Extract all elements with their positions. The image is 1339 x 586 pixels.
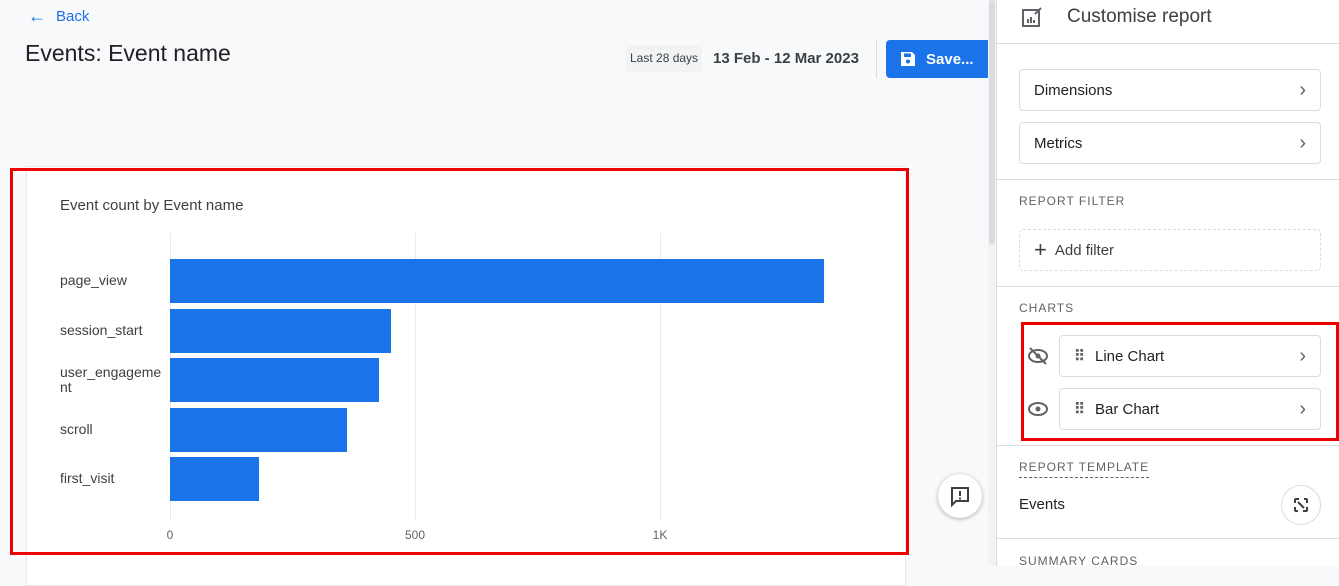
x-tick-label: 500	[404, 528, 426, 542]
divider	[876, 40, 877, 78]
y-category-label: first_visit	[60, 470, 115, 486]
eye-icon[interactable]	[1027, 399, 1049, 424]
plus-icon: +	[1034, 237, 1047, 262]
save-button[interactable]: Save...	[886, 40, 988, 78]
scrollbar-thumb[interactable]	[989, 0, 995, 245]
customise-report-panel: Customise report Dimensions › Metrics › RE…	[996, 0, 1339, 568]
drag-handle-icon[interactable]: ⠿	[1074, 400, 1085, 418]
customise-icon	[1022, 7, 1042, 27]
bar-user_engagement[interactable]	[170, 358, 380, 402]
charts-heading: CHARTS	[1019, 301, 1075, 315]
bar-first_visit[interactable]	[170, 457, 260, 501]
chart-title: Event count by Event name	[60, 197, 244, 214]
save-icon	[901, 52, 915, 66]
back-link[interactable]: ← Back	[28, 6, 89, 27]
bar-session_start[interactable]	[170, 309, 391, 353]
metrics-button[interactable]: Metrics ›	[1019, 122, 1321, 164]
y-category-label: scroll	[60, 421, 93, 437]
panel-title: Customise report	[1067, 6, 1212, 27]
chart-item-bar[interactable]: ⠿ Bar Chart ›	[1059, 388, 1321, 430]
page-title: Events: Event name	[25, 40, 231, 66]
divider	[997, 286, 1339, 287]
report-template-heading[interactable]: REPORT TEMPLATE	[1019, 460, 1150, 478]
chart-item-line[interactable]: ⠿ Line Chart ›	[1059, 335, 1321, 377]
unlink-icon	[1294, 498, 1308, 512]
drag-handle-icon[interactable]: ⠿	[1074, 347, 1085, 365]
date-range[interactable]: 13 Feb - 12 Mar 2023	[713, 50, 859, 67]
feedback-icon	[951, 487, 969, 507]
divider	[997, 43, 1339, 44]
arrow-left-icon: ←	[28, 6, 46, 26]
unlink-template-button[interactable]	[1281, 485, 1321, 525]
date-range-chip[interactable]: Last 28 days	[626, 45, 703, 72]
chevron-right-icon: ›	[1299, 344, 1306, 367]
chevron-right-icon: ›	[1299, 397, 1306, 420]
y-category-label: session_start	[60, 322, 143, 338]
y-category-label: page_view	[60, 272, 127, 288]
x-tick-label: 1K	[652, 528, 668, 542]
report-filter-heading: REPORT FILTER	[1019, 194, 1126, 208]
y-category-label: user_engageme nt	[60, 364, 162, 395]
dimensions-button[interactable]: Dimensions ›	[1019, 69, 1321, 111]
highlight-box	[10, 168, 909, 555]
bar-scroll[interactable]	[170, 408, 347, 452]
divider	[997, 538, 1339, 539]
add-filter-button[interactable]: + Add filter	[1019, 229, 1321, 271]
template-name: Events	[1019, 496, 1065, 513]
x-tick-label: 0	[166, 528, 174, 542]
chevron-right-icon: ›	[1299, 131, 1306, 154]
bar-page_view[interactable]	[170, 259, 825, 303]
eye-off-icon[interactable]	[1027, 346, 1049, 371]
divider	[997, 445, 1339, 446]
feedback-button[interactable]	[938, 474, 982, 518]
chevron-right-icon: ›	[1299, 78, 1306, 101]
divider	[997, 179, 1339, 180]
